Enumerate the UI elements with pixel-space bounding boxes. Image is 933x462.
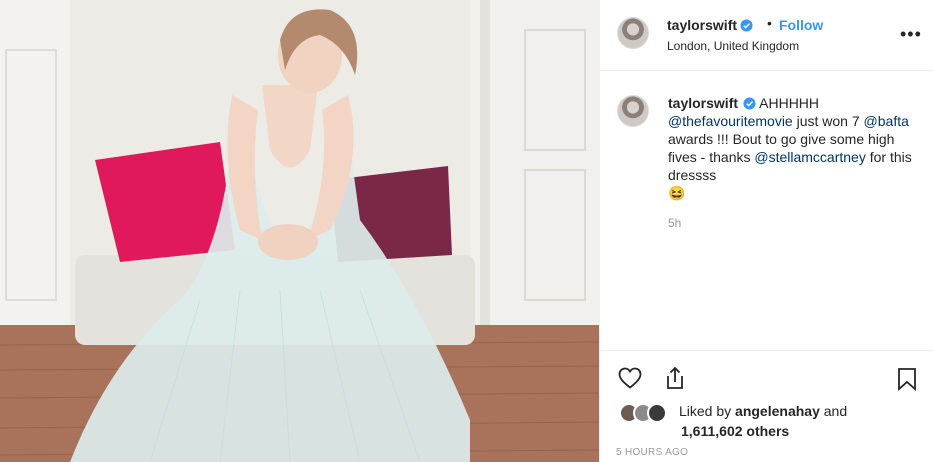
liked-by-user-link[interactable]: angelenahay	[735, 403, 820, 419]
post-actions: Liked by angelenahay and 1,611,602 other…	[600, 350, 933, 462]
author-avatar[interactable]	[617, 17, 649, 49]
liked-by-connector: and	[819, 403, 848, 419]
post-header: taylorswift • Follow London, United King…	[600, 0, 933, 71]
liked-by-text: Liked by angelenahay and 1,611,602 other…	[679, 401, 919, 441]
header-separator: •	[767, 15, 772, 31]
liked-by-prefix: Liked by	[679, 403, 736, 419]
verified-badge-icon	[743, 97, 756, 110]
heart-icon[interactable]	[618, 367, 642, 389]
mention-link-stellamccartney[interactable]: @stellamccartney	[754, 149, 865, 165]
caption-comment: taylorswift AHHHHH @thefavouritemovie ju…	[600, 72, 933, 350]
likes-count-link[interactable]: 1,611,602 others	[679, 421, 919, 441]
caption-text: taylorswift AHHHHH @thefavouritemovie ju…	[668, 94, 918, 202]
post-location[interactable]: London, United Kingdom	[667, 39, 799, 53]
comment-author-avatar[interactable]	[617, 95, 649, 127]
post-details-panel: taylorswift • Follow London, United King…	[599, 0, 933, 462]
more-options-icon[interactable]: •••	[900, 24, 922, 45]
laughing-emoji: 😆	[668, 185, 686, 201]
comment-username[interactable]: taylorswift	[668, 95, 738, 111]
photo-illustration	[0, 0, 599, 462]
liked-by-avatars[interactable]	[619, 403, 679, 425]
post-timestamp[interactable]: 5 HOURS AGO	[616, 447, 688, 458]
share-icon[interactable]	[664, 366, 686, 390]
post-photo[interactable]	[0, 0, 599, 462]
comment-time: 5h	[668, 216, 682, 230]
caption-text-part: just won 7	[792, 113, 864, 129]
mention-link-bafta[interactable]: @bafta	[864, 113, 909, 129]
verified-badge-icon	[740, 19, 753, 32]
mention-link-thefavouritemovie[interactable]: @thefavouritemovie	[668, 113, 793, 129]
author-username[interactable]: taylorswift	[667, 17, 737, 33]
follow-button[interactable]: Follow	[779, 17, 823, 33]
caption-text-part: AHHHHH	[756, 95, 820, 111]
liker-avatar	[647, 403, 667, 423]
bookmark-icon[interactable]	[897, 367, 917, 391]
author-username-wrapper: taylorswift	[667, 17, 753, 33]
